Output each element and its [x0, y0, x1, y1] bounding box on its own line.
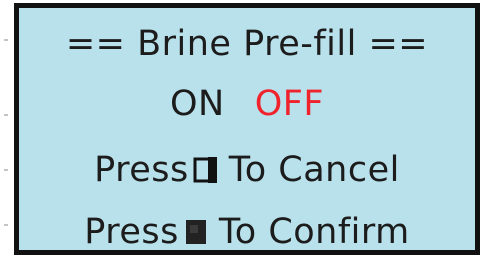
option-off[interactable]: OFF: [255, 82, 324, 126]
cancel-prefix: Press: [94, 150, 189, 190]
filled-square-key-icon: [183, 214, 209, 258]
confirm-prefix: Press: [84, 212, 179, 252]
photo-edge-artifact: [2, 20, 10, 240]
option-on[interactable]: ON: [170, 82, 225, 126]
outline-square-key-icon: [193, 152, 219, 196]
lcd-screen: == Brine Pre-fill == ON OFF Press To Canc…: [14, 3, 480, 255]
on-off-selector[interactable]: ON OFF: [19, 82, 475, 126]
screen-title: == Brine Pre-fill ==: [65, 24, 429, 64]
cancel-suffix: To Cancel: [228, 150, 400, 190]
cancel-instruction: Press To Cancel: [19, 148, 475, 196]
confirm-instruction: Press To Confirm: [19, 210, 475, 258]
confirm-suffix: To Confirm: [218, 212, 410, 252]
